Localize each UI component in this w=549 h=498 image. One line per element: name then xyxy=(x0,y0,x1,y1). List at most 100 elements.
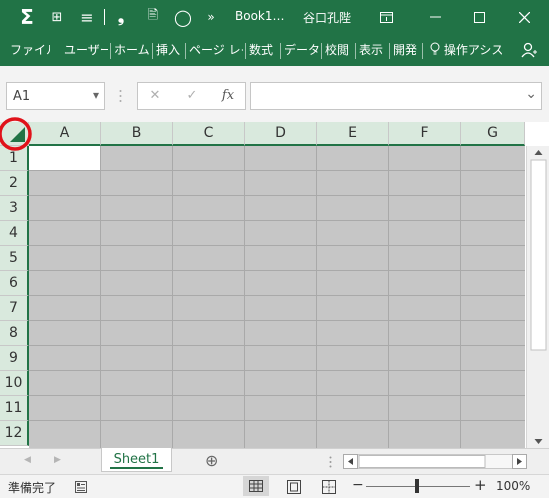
sheet-nav-prev-icon[interactable]: ◀ xyxy=(24,455,31,465)
ribbon-display-options-icon[interactable] xyxy=(374,0,398,34)
align-icon[interactable]: ≡ xyxy=(76,0,98,34)
highlight-circle xyxy=(0,117,32,151)
print-preview-icon[interactable]: 🖹 xyxy=(141,0,165,34)
tab-divider xyxy=(389,43,390,59)
sheet-tab-label: Sheet1 xyxy=(113,452,160,467)
shape-circle-icon[interactable]: ◯ xyxy=(171,0,195,34)
row-header-12[interactable]: 12 xyxy=(0,421,29,446)
close-icon xyxy=(518,11,530,23)
format-grid-icon[interactable]: ⊞ xyxy=(46,0,68,34)
row-header-3[interactable]: 3 xyxy=(0,196,29,221)
tab-insert[interactable]: 挿入 xyxy=(156,34,182,66)
tab-divider xyxy=(321,43,322,59)
row-header-2[interactable]: 2 xyxy=(0,171,29,196)
row-header-4[interactable]: 4 xyxy=(0,221,29,246)
horizontal-scrollbar-graphic xyxy=(343,454,527,469)
tell-me-box[interactable]: 操作アシス xyxy=(430,34,502,66)
name-box-value: A1 xyxy=(13,89,31,104)
grid-line-vertical xyxy=(460,146,461,448)
close-button[interactable] xyxy=(509,0,539,34)
grid-line-horizontal xyxy=(29,245,525,246)
zoom-slider-thumb[interactable] xyxy=(415,479,419,493)
cell-area[interactable] xyxy=(29,146,525,448)
new-sheet-icon[interactable]: ⊕ xyxy=(205,451,218,470)
formula-bar-area: A1 ▾ ✕ ✓ fx ⌄ xyxy=(0,66,549,122)
macro-record-icon[interactable] xyxy=(74,480,88,494)
tab-review[interactable]: 校閲 xyxy=(325,34,351,66)
tab-divider xyxy=(422,43,423,59)
autosum-icon[interactable]: Σ xyxy=(14,0,40,34)
tab-divider xyxy=(110,43,111,59)
column-header-a[interactable]: A xyxy=(29,122,101,146)
tab-file[interactable]: ファイル xyxy=(10,34,50,66)
column-header-c[interactable]: C xyxy=(173,122,245,146)
maximize-button[interactable] xyxy=(464,0,494,34)
active-cell-a1[interactable] xyxy=(29,146,100,170)
sheet-tab-sheet1[interactable]: Sheet1 xyxy=(101,448,172,472)
minimize-icon xyxy=(429,16,441,18)
sheet-nav-next-icon[interactable]: ▶ xyxy=(54,455,61,465)
normal-view-icon xyxy=(249,480,263,492)
grid-line-horizontal xyxy=(29,370,525,371)
grid-line-horizontal xyxy=(29,395,525,396)
ribbon-display-glyph-icon xyxy=(379,11,393,23)
expand-formula-bar-icon[interactable]: ⌄ xyxy=(525,86,537,102)
vertical-scrollbar-graphic xyxy=(530,150,547,444)
grid-line-horizontal xyxy=(29,345,525,346)
insert-function-button[interactable]: fx xyxy=(218,88,238,103)
horizontal-scrollbar[interactable] xyxy=(343,454,527,469)
name-box[interactable]: A1 ▾ xyxy=(6,82,105,110)
grid-line-horizontal xyxy=(29,195,525,196)
tab-data[interactable]: データ xyxy=(284,34,320,66)
row-header-8[interactable]: 8 xyxy=(0,321,29,346)
tab-formulas[interactable]: 数式 xyxy=(249,34,277,66)
column-header-d[interactable]: D xyxy=(245,122,317,146)
grid-line-horizontal xyxy=(29,420,525,421)
tab-home[interactable]: ホーム xyxy=(114,34,150,66)
formula-input[interactable]: ⌄ xyxy=(250,82,542,110)
row-header-7[interactable]: 7 xyxy=(0,296,29,321)
column-header-g[interactable]: G xyxy=(461,122,525,146)
grid-line-horizontal xyxy=(29,320,525,321)
tab-developer[interactable]: 開発 xyxy=(393,34,419,66)
row-header-10[interactable]: 10 xyxy=(0,371,29,396)
normal-view-button[interactable] xyxy=(243,476,269,496)
sheet-tab-bar: ◀ ▶ Sheet1 ⊕ xyxy=(0,448,549,474)
tab-divider xyxy=(152,43,153,59)
row-header-6[interactable]: 6 xyxy=(0,271,29,296)
title-bar: Σ ⊞ ≡ ❟ 🖹 ◯ » Book1… 谷口孔陛 xyxy=(0,0,549,34)
tab-page-layout[interactable]: ページ レイ xyxy=(189,34,243,66)
more-commands-icon[interactable]: » xyxy=(201,0,221,34)
status-ready-text: 準備完了 xyxy=(8,481,57,495)
grid-line-horizontal xyxy=(29,295,525,296)
grid-line-horizontal xyxy=(29,170,525,171)
row-header-5[interactable]: 5 xyxy=(0,246,29,271)
share-icon[interactable] xyxy=(518,34,540,66)
document-title: Book1… xyxy=(235,9,285,23)
status-bar: 準備完了 − + 100% xyxy=(0,474,549,498)
name-box-dropdown-icon[interactable]: ▾ xyxy=(93,88,99,102)
page-layout-view-icon[interactable] xyxy=(287,480,301,494)
tab-view[interactable]: 表示 xyxy=(359,34,385,66)
column-header-b[interactable]: B xyxy=(101,122,173,146)
comma-style-icon[interactable]: ❟ xyxy=(110,0,132,34)
zoom-out-button[interactable]: − xyxy=(352,477,364,493)
grid-line-horizontal xyxy=(29,220,525,221)
lightbulb-icon xyxy=(430,42,440,55)
cancel-entry-icon[interactable]: ✕ xyxy=(145,88,165,103)
user-name[interactable]: 谷口孔陛 xyxy=(303,9,351,26)
enter-entry-icon[interactable]: ✓ xyxy=(182,88,202,103)
quick-access-divider xyxy=(104,9,105,25)
grip-icon xyxy=(119,88,122,102)
row-header-11[interactable]: 11 xyxy=(0,396,29,421)
tab-user[interactable]: ユーザー xyxy=(64,34,108,66)
zoom-in-button[interactable]: + xyxy=(474,476,487,494)
page-break-preview-icon[interactable] xyxy=(322,480,336,494)
row-header-9[interactable]: 9 xyxy=(0,346,29,371)
minimize-button[interactable] xyxy=(420,0,450,34)
vertical-scrollbar[interactable] xyxy=(526,146,549,448)
splitter-grip-icon[interactable] xyxy=(329,456,332,468)
column-header-e[interactable]: E xyxy=(317,122,389,146)
column-header-f[interactable]: F xyxy=(389,122,461,146)
zoom-level[interactable]: 100% xyxy=(496,479,530,493)
